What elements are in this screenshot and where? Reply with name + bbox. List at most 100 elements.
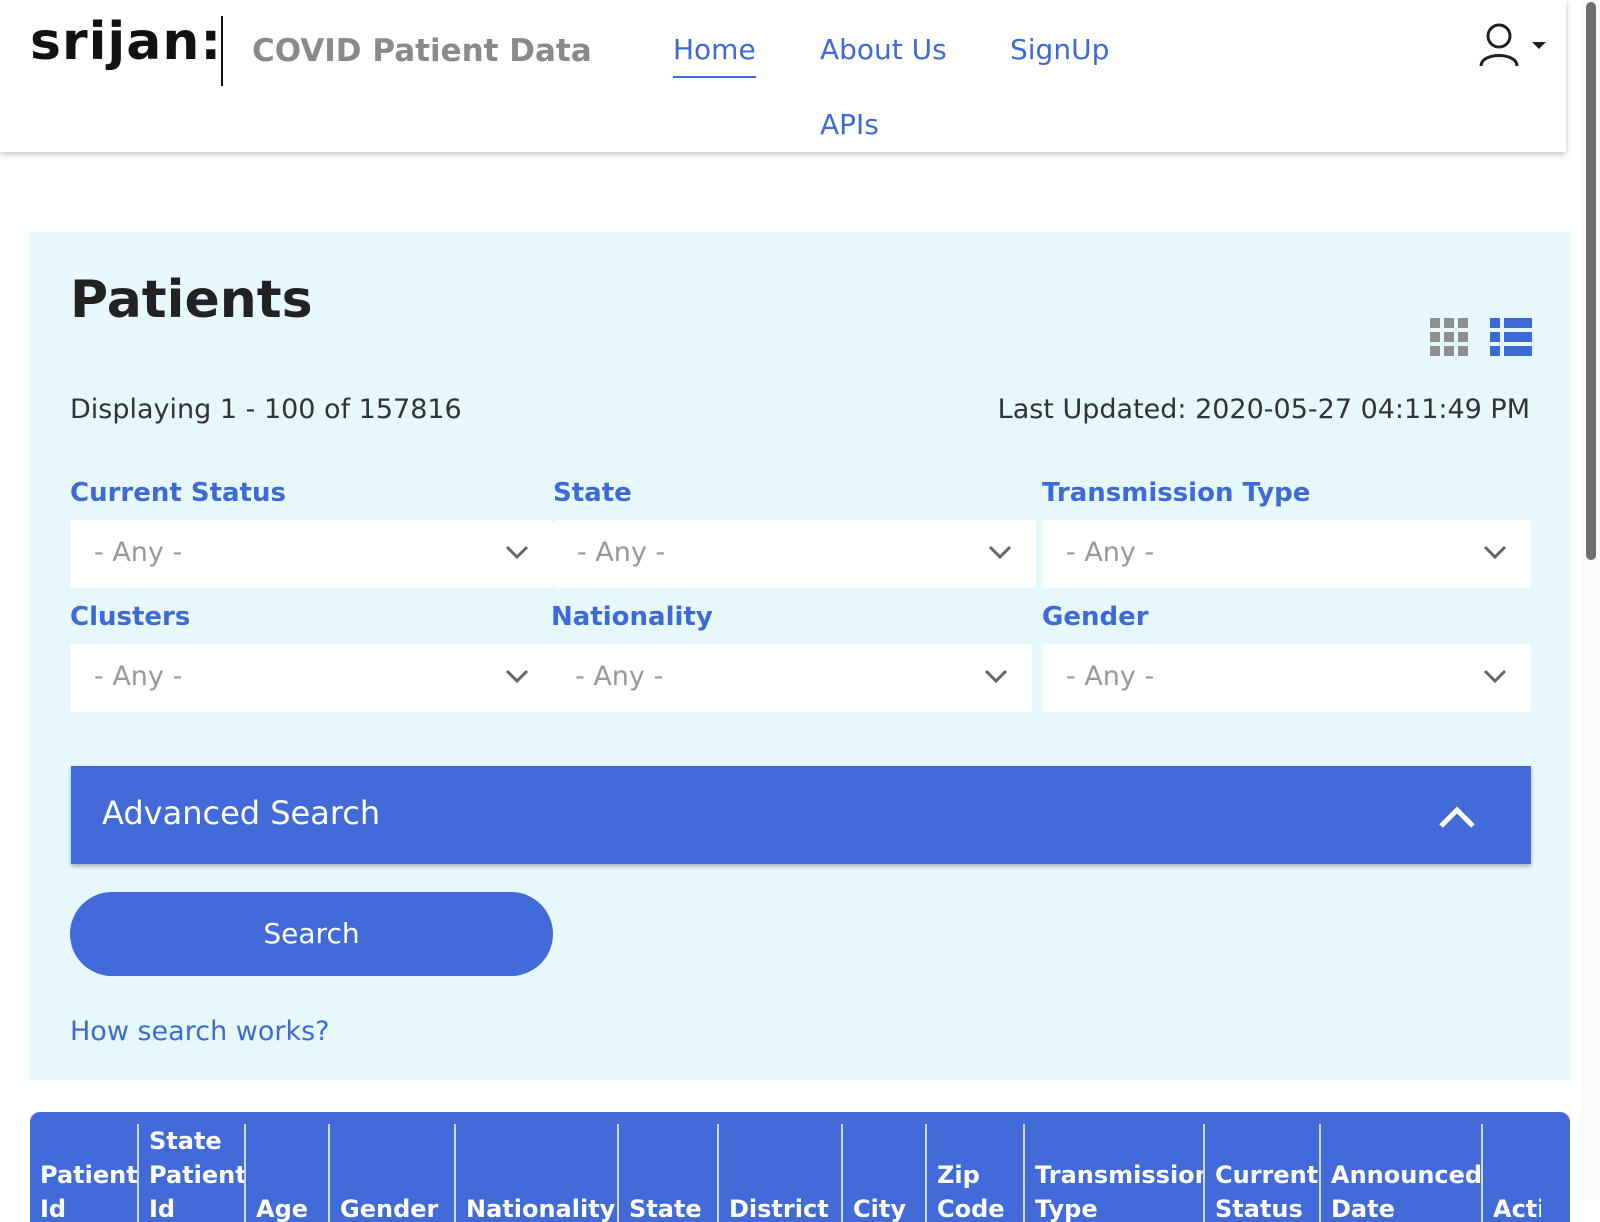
column-header-text: Action <box>1493 1195 1541 1222</box>
scrollbar-thumb[interactable] <box>1586 2 1596 560</box>
table-column-header[interactable]: Action <box>1481 1124 1541 1222</box>
nationality-label: Nationality <box>551 602 713 632</box>
table-column-header[interactable]: State <box>617 1124 717 1222</box>
column-header-text: Age <box>256 1195 309 1222</box>
clusters-select[interactable]: - Any - <box>70 644 553 712</box>
page-title: Patients <box>70 270 313 330</box>
nav-about-link[interactable]: About Us <box>820 33 947 66</box>
column-header-text: Current <box>1215 1161 1319 1189</box>
column-header-text: Gender <box>340 1195 439 1222</box>
column-header-text: Zip <box>937 1161 980 1189</box>
column-header-text: Id <box>149 1195 176 1222</box>
list-view-icon[interactable] <box>1490 318 1532 356</box>
table-column-header[interactable]: Patient Id <box>30 1124 137 1222</box>
column-header-text <box>466 1158 617 1192</box>
state-select[interactable]: - Any - <box>553 520 1036 588</box>
advanced-search-label: Advanced Search <box>102 794 381 832</box>
chevron-down-icon <box>1532 42 1546 49</box>
table-column-header[interactable]: State Patient Id <box>137 1124 244 1222</box>
column-header-text <box>1035 1124 1203 1158</box>
gender-value: - Any - <box>1066 661 1155 692</box>
column-header-text: Announced <box>1331 1161 1481 1189</box>
patients-filter-panel: Patients Displaying 1 - 100 of 157816 La… <box>30 232 1570 1080</box>
transmission-type-select[interactable]: - Any - <box>1042 520 1531 588</box>
column-header-text: Transmission <box>1035 1161 1203 1189</box>
state-value: - Any - <box>577 537 666 568</box>
user-menu-toggle[interactable] <box>1478 22 1548 70</box>
column-header-text: Date <box>1331 1195 1395 1222</box>
chevron-down-icon <box>505 669 529 684</box>
table-column-header[interactable]: Nationality <box>454 1124 617 1222</box>
table-column-header[interactable]: City <box>841 1124 925 1222</box>
chevron-down-icon <box>1483 669 1507 684</box>
table-column-header[interactable]: Zip Code <box>925 1124 1023 1222</box>
nationality-value: - Any - <box>575 661 664 692</box>
column-header-text <box>256 1158 328 1192</box>
view-mode-toggle <box>1430 318 1535 358</box>
clusters-label: Clusters <box>70 602 191 632</box>
table-column-header[interactable]: Transmission Type <box>1023 1124 1203 1222</box>
column-header-text <box>1493 1158 1541 1192</box>
transmission-type-label: Transmission Type <box>1042 478 1311 508</box>
column-header-text <box>629 1124 717 1158</box>
logo-divider <box>221 16 223 86</box>
chevron-down-icon <box>984 669 1008 684</box>
clusters-value: - Any - <box>94 661 183 692</box>
column-header-text <box>466 1124 617 1158</box>
column-header-text <box>729 1124 841 1158</box>
nav-home-link[interactable]: Home <box>673 33 756 78</box>
search-button[interactable]: Search <box>70 892 553 976</box>
table-column-header[interactable]: Gender <box>328 1124 454 1222</box>
chevron-down-icon <box>505 545 529 560</box>
column-header-text <box>340 1124 454 1158</box>
grid-view-icon[interactable] <box>1430 318 1468 356</box>
column-header-text <box>1215 1124 1319 1158</box>
chevron-down-icon <box>988 545 1012 560</box>
nav-apis-link[interactable]: APIs <box>820 108 879 141</box>
column-header-text: Patient <box>40 1161 137 1189</box>
column-header-text <box>937 1124 1023 1158</box>
site-title: COVID Patient Data <box>252 33 592 69</box>
column-header-text <box>40 1124 137 1158</box>
column-header-text <box>853 1124 925 1158</box>
column-header-text: District <box>729 1195 829 1222</box>
table-column-header[interactable]: Announced Date <box>1319 1124 1481 1222</box>
current-status-label: Current Status <box>70 478 286 508</box>
last-updated: Last Updated: 2020-05-27 04:11:49 PM <box>997 394 1530 425</box>
column-header-text: Nationality <box>466 1195 616 1222</box>
nationality-select[interactable]: - Any - <box>551 644 1032 712</box>
results-count: Displaying 1 - 100 of 157816 <box>70 394 462 425</box>
column-header-text: City <box>853 1195 906 1222</box>
column-header-text: State <box>149 1127 222 1155</box>
patients-table-header: Patient Id State Patient Id Age Gender Natio… <box>30 1112 1570 1222</box>
column-header-text <box>729 1158 841 1192</box>
gender-label: Gender <box>1042 602 1149 632</box>
chevron-up-icon <box>1439 806 1475 828</box>
column-header-text: Patient <box>149 1161 244 1189</box>
srijan-logo[interactable]: srijan: <box>30 12 222 72</box>
current-status-select[interactable]: - Any - <box>70 520 553 588</box>
table-column-header[interactable]: Age <box>244 1124 328 1222</box>
column-header-text <box>340 1158 454 1192</box>
how-search-works-link[interactable]: How search works? <box>70 1016 330 1047</box>
column-header-text: State <box>629 1195 702 1222</box>
column-header-text <box>1493 1124 1541 1158</box>
column-header-text <box>256 1124 328 1158</box>
column-header-text: Type <box>1035 1195 1098 1222</box>
transmission-type-value: - Any - <box>1066 537 1155 568</box>
state-label: State <box>553 478 632 508</box>
table-column-header[interactable]: Current Status <box>1203 1124 1319 1222</box>
gender-select[interactable]: - Any - <box>1042 644 1531 712</box>
column-header-text: Id <box>40 1195 67 1222</box>
table-column-header[interactable]: District <box>717 1124 841 1222</box>
current-status-value: - Any - <box>94 537 183 568</box>
column-header-text: Status <box>1215 1195 1303 1222</box>
column-header-text <box>853 1158 925 1192</box>
column-header-text <box>629 1158 717 1192</box>
column-header-text: Code <box>937 1195 1005 1222</box>
advanced-search-toggle[interactable]: Advanced Search <box>71 766 1531 864</box>
chevron-down-icon <box>1483 545 1507 560</box>
user-icon <box>1479 23 1519 67</box>
nav-signup-link[interactable]: SignUp <box>1010 33 1109 66</box>
column-header-text <box>1331 1124 1481 1158</box>
